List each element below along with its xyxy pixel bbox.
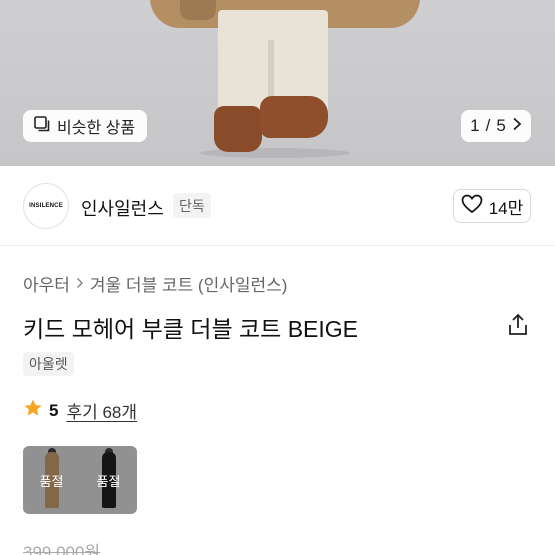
- brand-row: INSILENCE 인사일런스 단독 14만: [0, 166, 555, 246]
- rating-row: 5 후기 68개: [23, 398, 137, 423]
- chevron-right-icon: [76, 274, 84, 294]
- original-price: 399,000원: [23, 543, 101, 555]
- similar-items-icon: [33, 115, 51, 138]
- breadcrumb: 아우터 겨울 더블 코트 (인사일런스): [23, 271, 287, 296]
- heart-icon: [461, 194, 483, 219]
- product-title: 키드 모헤어 부클 더블 코트 BEIGE: [23, 316, 359, 342]
- share-icon: [505, 313, 531, 342]
- left-shoe: [214, 106, 262, 152]
- brand-logo-text: INSILENCE: [29, 203, 63, 209]
- share-button[interactable]: [505, 312, 531, 338]
- sold-out-overlay: 품절: [23, 446, 80, 514]
- sold-out-label: 품절: [39, 473, 64, 489]
- image-pager[interactable]: 1 / 5: [461, 110, 531, 142]
- sold-out-label: 품절: [96, 473, 121, 489]
- reviews-link[interactable]: 후기 68개: [66, 398, 137, 423]
- pager-current: 1: [470, 116, 480, 135]
- color-option-black[interactable]: 품절: [80, 446, 137, 514]
- like-count: 14만: [488, 198, 524, 218]
- right-shoe: [260, 96, 328, 138]
- breadcrumb-item[interactable]: 아우터: [23, 271, 70, 296]
- similar-products-label: 비슷한 상품: [57, 120, 136, 137]
- color-option-beige[interactable]: 품절: [23, 446, 80, 514]
- brand-logo[interactable]: INSILENCE: [23, 183, 69, 229]
- pager-total: 5: [496, 116, 506, 135]
- outlet-badge: 아울렛: [23, 352, 74, 376]
- chevron-right-icon: [512, 116, 522, 136]
- product-image-gallery[interactable]: 비슷한 상품 1 / 5: [0, 0, 555, 166]
- color-options: 품절 품절: [23, 446, 137, 514]
- rating-score: 5: [49, 400, 59, 420]
- exclusive-badge: 단독: [173, 193, 211, 218]
- brand-like-button[interactable]: 14만: [453, 189, 531, 223]
- sold-out-overlay: 품절: [80, 446, 137, 514]
- coat-shade: [180, 0, 216, 20]
- similar-products-button[interactable]: 비슷한 상품: [23, 110, 148, 142]
- breadcrumb-item[interactable]: 겨울 더블 코트 (인사일런스): [90, 271, 288, 296]
- brand-name[interactable]: 인사일런스: [81, 195, 164, 221]
- pager-separator: /: [485, 116, 491, 135]
- star-icon: [23, 398, 43, 423]
